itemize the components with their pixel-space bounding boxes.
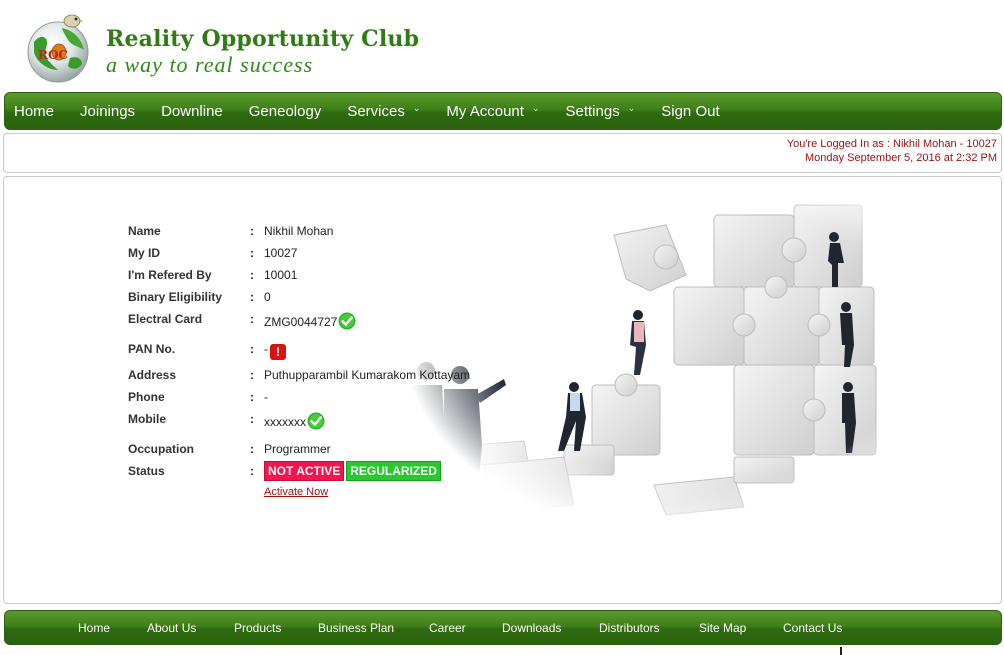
- field-separator: :: [250, 312, 254, 326]
- mobile-value: xxxxxxx: [264, 415, 306, 429]
- binary-eligibility-label: Binary Eligibility: [128, 290, 223, 304]
- address-label: Address: [128, 368, 177, 382]
- referred-by-label: I'm Refered By: [128, 268, 212, 282]
- page-edge-mark: [840, 647, 842, 655]
- electral-card-label: Electral Card: [128, 312, 203, 326]
- field-separator: :: [250, 342, 254, 356]
- footer-link-products[interactable]: Products: [234, 611, 281, 646]
- address-value: Puthupparambil Kumarakom Kottayam: [264, 368, 471, 382]
- activate-now-link[interactable]: Activate Now: [264, 486, 328, 498]
- status-label: Status: [128, 464, 165, 478]
- field-separator: :: [250, 246, 254, 260]
- electral-card-value-wrap: ZMG0044727: [264, 312, 356, 330]
- footer-navigation: Home About Us Products Business Plan Car…: [4, 610, 1002, 645]
- field-separator: :: [250, 368, 254, 382]
- brand-tagline: a way to real success: [106, 52, 314, 77]
- pan-label: PAN No.: [128, 342, 176, 356]
- electral-card-value: ZMG0044727: [264, 315, 338, 329]
- main-navigation: Home Joinings Downline Geneology Service…: [4, 92, 1002, 130]
- nav-joinings-label: Joinings: [80, 102, 136, 120]
- mobile-label: Mobile: [128, 412, 166, 426]
- session-datetime: Monday September 5, 2016 at 2:32 PM: [804, 152, 997, 164]
- chevron-down-icon: ⌄: [531, 102, 540, 113]
- nav-services-label: Services: [347, 102, 405, 120]
- red-exclamation-icon: !: [270, 344, 286, 360]
- nav-joinings[interactable]: Joinings: [67, 92, 148, 130]
- field-separator: :: [250, 464, 254, 478]
- logo-text: ROC: [38, 48, 68, 62]
- id-label: My ID: [128, 246, 161, 260]
- session-status-bar: You're Logged In as : Nikhil Mohan - 100…: [3, 133, 1002, 173]
- footer-link-about-us[interactable]: About Us: [147, 611, 196, 646]
- green-check-icon: [307, 412, 325, 430]
- nav-home-label: Home: [14, 102, 55, 120]
- nav-sign-out[interactable]: Sign Out: [648, 92, 732, 130]
- name-label: Name: [128, 224, 161, 238]
- occupation-label: Occupation: [128, 442, 195, 456]
- status-badges: NOT ACTIVE REGULARIZED: [264, 461, 443, 481]
- occupation-value: Programmer: [264, 442, 331, 456]
- chevron-down-icon: ⌄: [412, 102, 421, 113]
- nav-my-account-label: My Account: [446, 102, 524, 120]
- field-separator: :: [250, 390, 254, 404]
- nav-my-account[interactable]: My Account ⌄: [433, 92, 552, 130]
- pan-value: -: [264, 342, 268, 356]
- footer-link-business-plan[interactable]: Business Plan: [318, 611, 394, 646]
- field-separator: :: [250, 268, 254, 282]
- footer-link-downloads[interactable]: Downloads: [502, 611, 561, 646]
- nav-geneology[interactable]: Geneology: [236, 92, 335, 130]
- nav-settings-label: Settings: [565, 102, 620, 120]
- field-separator: :: [250, 224, 254, 238]
- nav-sign-out-label: Sign Out: [661, 102, 720, 120]
- phone-value: -: [264, 390, 268, 404]
- logged-in-text: You're Logged In as : Nikhil Mohan - 100…: [786, 138, 997, 150]
- teamwork-puzzle-illustration: [404, 195, 904, 525]
- profile-panel: Name : Nikhil Mohan My ID : 10027 I'm Re…: [3, 176, 1002, 604]
- field-separator: :: [250, 412, 254, 426]
- nav-settings[interactable]: Settings ⌄: [553, 92, 649, 130]
- binary-eligibility-value: 0: [264, 290, 271, 304]
- status-badge-not-active: NOT ACTIVE: [264, 461, 345, 481]
- referred-by-value: 10001: [264, 268, 298, 282]
- field-separator: :: [250, 290, 254, 304]
- name-value: Nikhil Mohan: [264, 224, 334, 238]
- field-separator: :: [250, 442, 254, 456]
- footer-link-distributors[interactable]: Distributors: [599, 611, 660, 646]
- phone-label: Phone: [128, 390, 165, 404]
- site-header: ROC Reality Opportunity Club a way to re…: [0, 0, 1004, 90]
- nav-geneology-label: Geneology: [248, 102, 322, 120]
- status-badge-regularized: REGULARIZED: [346, 461, 441, 481]
- pan-value-wrap: -!: [264, 342, 286, 360]
- footer-link-career[interactable]: Career: [429, 611, 466, 646]
- mobile-value-wrap: xxxxxxx: [264, 412, 325, 430]
- footer-link-site-map[interactable]: Site Map: [699, 611, 746, 646]
- roc-logo[interactable]: ROC: [24, 12, 94, 84]
- green-check-icon: [338, 312, 356, 330]
- chevron-down-icon: ⌄: [627, 102, 636, 113]
- footer-link-home[interactable]: Home: [78, 611, 110, 646]
- footer-link-contact-us[interactable]: Contact Us: [783, 611, 842, 646]
- nav-downline[interactable]: Downline: [148, 92, 236, 130]
- id-value: 10027: [264, 246, 298, 260]
- nav-services[interactable]: Services ⌄: [334, 92, 433, 130]
- brand-title[interactable]: Reality Opportunity Club: [106, 26, 419, 52]
- nav-home[interactable]: Home: [5, 92, 67, 130]
- nav-downline-label: Downline: [161, 102, 223, 120]
